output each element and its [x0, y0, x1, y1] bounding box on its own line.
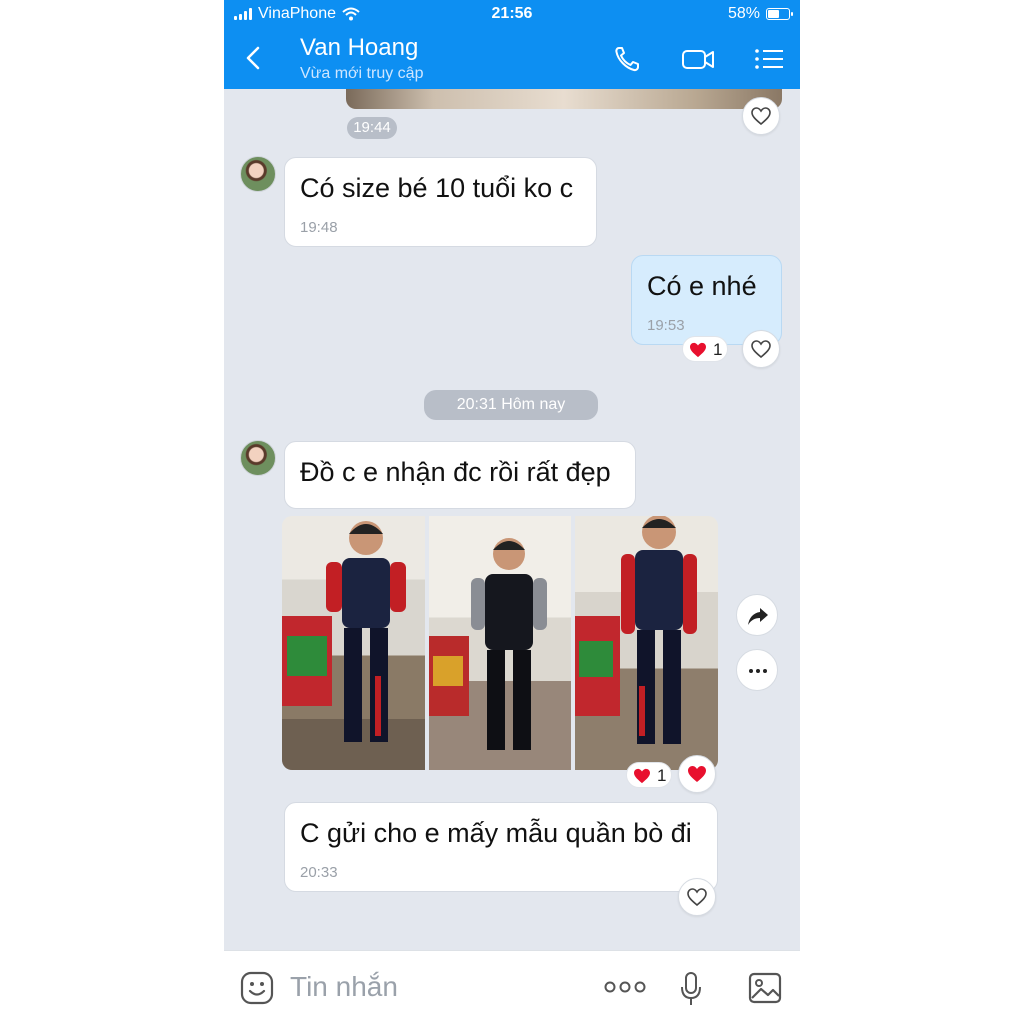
menu-list-icon[interactable] — [751, 42, 787, 76]
image-timestamp: 19:44 — [347, 117, 397, 139]
photo-figure — [428, 538, 547, 750]
image-message-partial[interactable] — [346, 89, 782, 109]
message-bubble[interactable]: C gửi cho e mấy mẫu quần bò đi 20:33 — [284, 802, 718, 892]
reaction-count: 1 — [713, 340, 723, 359]
message-input[interactable]: Tin nhắn — [290, 971, 398, 1003]
heart-icon — [690, 342, 706, 358]
avatar[interactable] — [240, 440, 276, 476]
chat-area[interactable]: 19:44 Có size bé 10 tuổi ko c 19:48 Có e… — [224, 89, 800, 950]
heart-outline-icon — [687, 888, 707, 906]
battery-icon — [766, 8, 793, 20]
video-call-icon[interactable] — [680, 42, 716, 76]
message-time: 19:53 — [647, 317, 685, 334]
photo-thumbnail[interactable] — [428, 516, 572, 770]
message-time: 20:33 — [300, 864, 338, 881]
message-input-bar: Tin nhắn — [224, 950, 800, 1024]
photo-grid[interactable] — [282, 516, 718, 770]
photo-figure — [282, 521, 406, 742]
share-arrow-icon — [748, 608, 768, 625]
contact-name[interactable]: Van Hoang — [300, 34, 418, 62]
reaction-count: 1 — [657, 766, 667, 785]
back-icon[interactable] — [242, 44, 266, 72]
photo-figure — [575, 516, 698, 744]
phone-icon[interactable] — [610, 42, 646, 76]
date-separator: 20:31 Hôm nay — [424, 390, 598, 420]
microphone-icon[interactable] — [679, 971, 703, 1007]
message-time: 19:48 — [300, 219, 338, 236]
like-button[interactable] — [742, 330, 780, 368]
message-bubble[interactable]: Đồ c e nhận đc rồi rất đẹp — [284, 441, 636, 509]
gallery-icon[interactable] — [747, 971, 783, 1005]
heart-outline-icon — [751, 107, 771, 125]
phone-screen: VinaPhone 21:56 58% Van Hoang Vừa mới tr… — [224, 0, 800, 1024]
message-text: Có size bé 10 tuổi ko c — [300, 173, 574, 203]
reaction-badge[interactable]: 1 — [626, 762, 672, 788]
battery-fill — [768, 10, 779, 18]
message-bubble[interactable]: Có size bé 10 tuổi ko c 19:48 — [284, 157, 597, 247]
like-button[interactable] — [742, 97, 780, 135]
chat-header: Van Hoang Vừa mới truy cập — [224, 28, 800, 89]
message-text: Đồ c e nhận đc rồi rất đẹp — [300, 457, 611, 487]
emoji-icon[interactable] — [240, 971, 274, 1005]
like-button-active[interactable] — [678, 755, 716, 793]
heart-filled-icon — [688, 766, 706, 782]
share-button[interactable] — [736, 594, 778, 636]
more-options-button[interactable] — [736, 649, 778, 691]
message-text: C gửi cho e mấy mẫu quần bò đi — [300, 818, 692, 848]
message-text: Có e nhé — [647, 271, 757, 301]
like-button[interactable] — [678, 878, 716, 916]
reaction-badge[interactable]: 1 — [682, 336, 728, 362]
heart-outline-icon — [751, 340, 771, 358]
more-dots-icon — [749, 669, 767, 673]
photo-thumbnail[interactable] — [282, 516, 425, 770]
more-dots-icon[interactable] — [604, 979, 646, 995]
photo-thumbnail[interactable] — [575, 516, 718, 770]
status-right: 58% — [727, 5, 793, 23]
avatar[interactable] — [240, 156, 276, 192]
status-bar: VinaPhone 21:56 58% — [224, 0, 800, 28]
battery-percent: 58% — [727, 5, 760, 22]
contact-status: Vừa mới truy cập — [300, 65, 424, 82]
heart-icon — [634, 768, 650, 784]
clock: 21:56 — [491, 5, 533, 22]
